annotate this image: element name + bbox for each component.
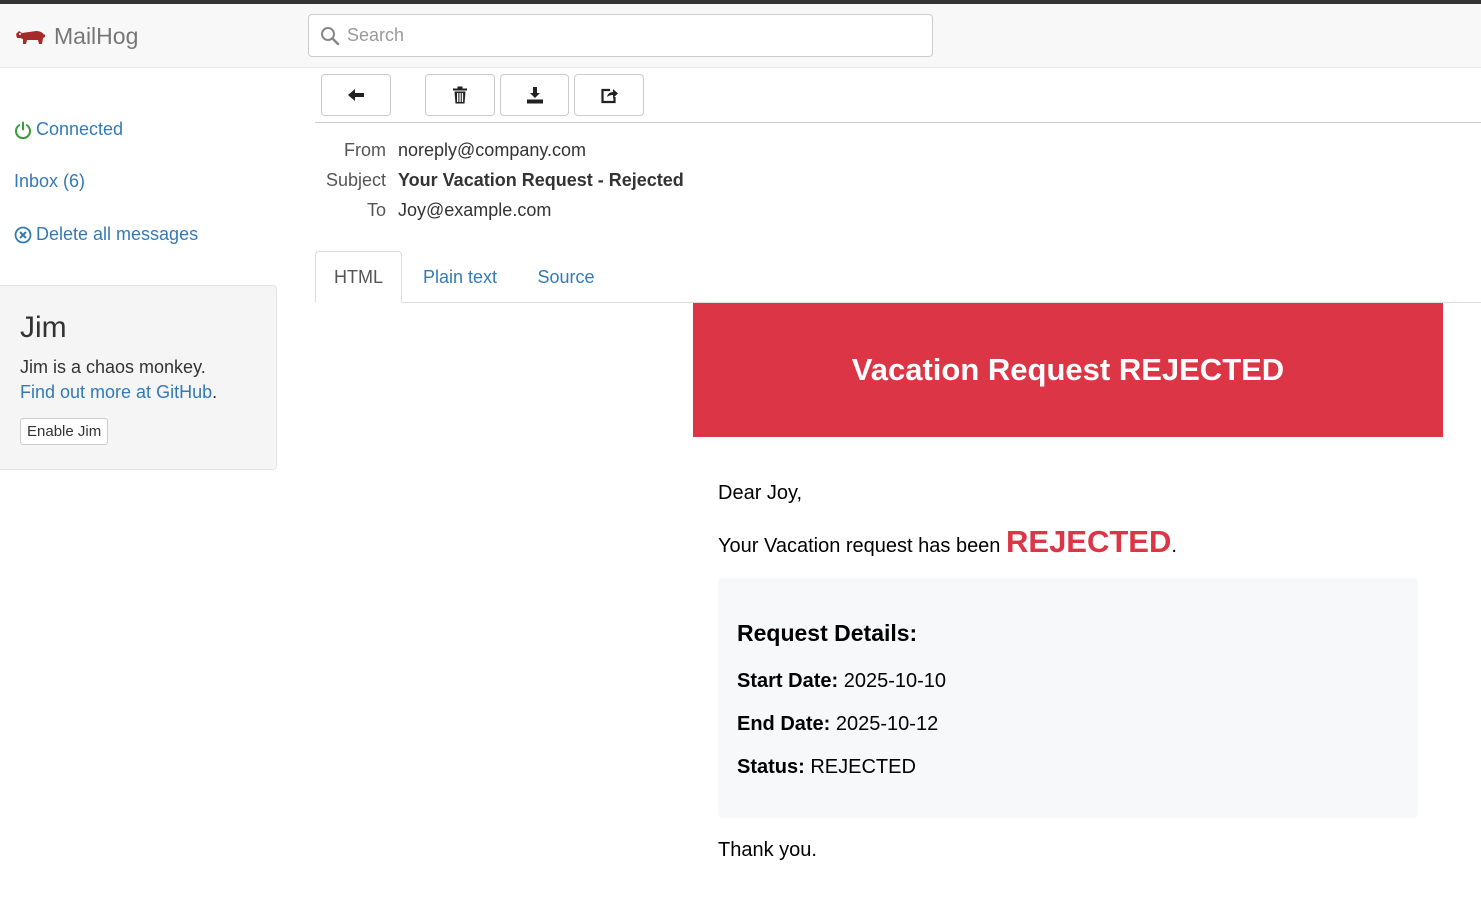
from-value: noreply@company.com xyxy=(398,140,587,160)
to-value: Joy@example.com xyxy=(398,200,552,220)
jim-panel: Jim Jim is a chaos monkey. Find out more… xyxy=(0,285,277,470)
arrow-left-icon xyxy=(348,89,364,101)
end-date-value: 2025-10-12 xyxy=(830,713,939,735)
toolbar-divider xyxy=(315,122,1481,123)
remove-circle-icon xyxy=(14,226,32,243)
email-banner: Vacation Request REJECTED xyxy=(693,303,1443,437)
download-button[interactable] xyxy=(500,74,569,116)
share-icon xyxy=(601,88,618,104)
subject-value: Your Vacation Request - Rejected xyxy=(398,170,684,190)
status-row: Status: REJECTED xyxy=(737,756,916,779)
status-label: Status: xyxy=(737,756,805,778)
delete-all-link[interactable]: Delete all messages xyxy=(14,224,198,245)
status-suffix: . xyxy=(1171,535,1177,557)
inbox-link[interactable]: Inbox (6) xyxy=(14,171,85,192)
start-date-value: 2025-10-10 xyxy=(838,670,947,692)
status-prefix: Your Vacation request has been xyxy=(718,535,1006,557)
trash-icon xyxy=(453,86,467,104)
jim-description: Jim is a chaos monkey. xyxy=(20,357,206,377)
tab-html[interactable]: HTML xyxy=(315,251,402,303)
release-button[interactable] xyxy=(574,74,644,116)
enable-jim-button[interactable]: Enable Jim xyxy=(20,418,109,445)
tab-plain-text[interactable]: Plain text xyxy=(404,251,516,303)
email-greeting: Dear Joy, xyxy=(718,482,803,504)
jim-more: Find out more at GitHub. xyxy=(20,382,217,403)
search-input[interactable] xyxy=(347,15,927,56)
mailhog-app: MailHog Connected Inbox (6) Delete all m… xyxy=(0,0,1481,900)
brand[interactable]: MailHog xyxy=(14,20,138,52)
from-label: From xyxy=(344,140,386,160)
inbox-label: Inbox (6) xyxy=(14,171,86,191)
jim-more-suffix: . xyxy=(212,382,218,402)
details-title: Request Details: xyxy=(737,620,918,646)
start-date-label: Start Date: xyxy=(737,670,839,692)
connected-label: Connected xyxy=(36,119,124,139)
end-date-row: End Date: 2025-10-12 xyxy=(737,713,938,736)
hog-icon xyxy=(16,31,45,44)
subject-label: Subject xyxy=(325,170,386,190)
status-word: REJECTED xyxy=(1006,524,1172,559)
github-link[interactable]: Find out more at GitHub xyxy=(20,382,212,402)
navbar: MailHog xyxy=(0,4,1481,68)
end-date-label: End Date: xyxy=(737,713,831,735)
connected-status[interactable]: Connected xyxy=(14,119,123,140)
status-value: REJECTED xyxy=(804,756,916,778)
power-icon xyxy=(15,121,31,139)
delete-button[interactable] xyxy=(425,74,495,116)
back-button[interactable] xyxy=(321,74,391,116)
search-box[interactable] xyxy=(308,14,933,57)
search-icon xyxy=(321,27,340,46)
email-status-line: Your Vacation request has been REJECTED. xyxy=(718,524,1177,560)
download-icon xyxy=(526,87,543,104)
email-closing: Thank you. xyxy=(718,839,817,861)
tab-source[interactable]: Source xyxy=(518,251,614,303)
jim-title: Jim xyxy=(20,311,67,344)
start-date-row: Start Date: 2025-10-10 xyxy=(737,670,946,693)
brand-name: MailHog xyxy=(54,22,139,49)
to-label: To xyxy=(366,200,386,220)
request-details-box: Request Details: Start Date: 2025-10-10 … xyxy=(718,578,1418,818)
delete-all-label: Delete all messages xyxy=(36,224,199,244)
